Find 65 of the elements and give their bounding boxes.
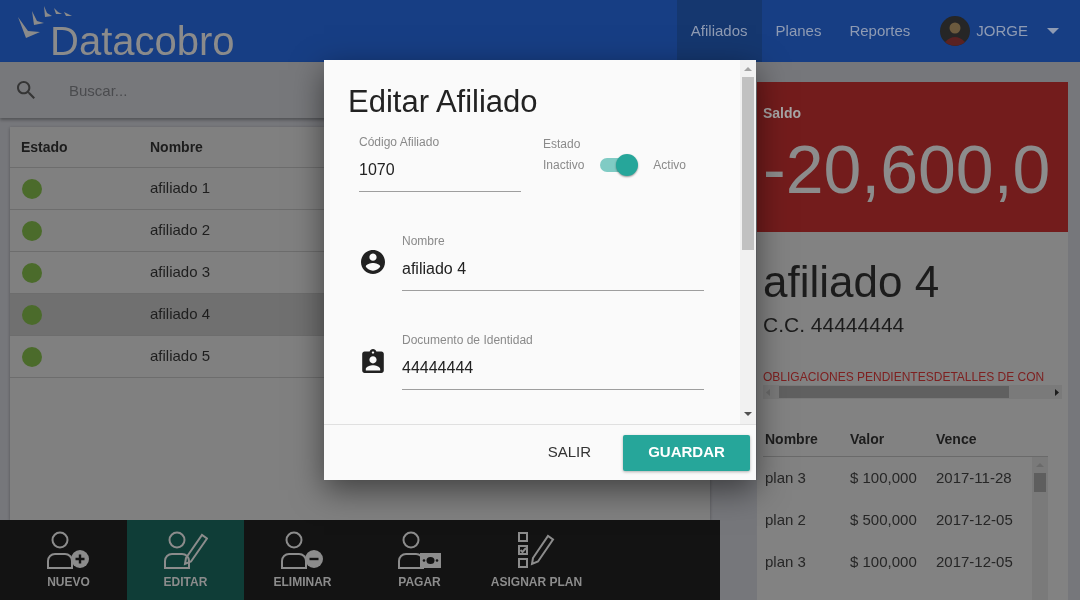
table-scrollbar[interactable]: [1032, 457, 1048, 600]
dialog-title: Editar Afiliado: [348, 83, 538, 121]
table-cell-text: afiliado 3: [150, 262, 211, 283]
scrollbar-thumb[interactable]: [1034, 473, 1046, 492]
affiliate-name: afiliado 4: [763, 258, 940, 306]
table-cell-text: afiliado 1: [150, 178, 211, 199]
table-cell: plan 2: [765, 511, 806, 528]
table-cell: $ 100,000: [850, 553, 917, 570]
user-plus-icon: [46, 531, 91, 569]
table-cell: plan 3: [765, 469, 806, 486]
save-button[interactable]: GUARDAR: [623, 434, 750, 471]
remove-user-button[interactable]: ELIMINAR: [244, 520, 361, 600]
active-label: Activo: [653, 157, 687, 173]
nav-tab[interactable]: Reportes: [835, 0, 925, 62]
table-cell: 2017-12-05: [936, 511, 1013, 528]
nav-tab[interactable]: Afiliados: [676, 0, 762, 62]
field-label: Documento de Identidad: [402, 332, 533, 348]
caret-icon[interactable]: [1047, 28, 1059, 34]
input-field[interactable]: 44444444: [402, 355, 704, 390]
scrollbar-thumb[interactable]: [742, 77, 754, 250]
table-cell: 2017-12-05: [936, 553, 1013, 570]
id-badge-icon: [362, 348, 384, 373]
table-cell-text: afiliado 2: [150, 220, 211, 241]
user-pencil-icon: [163, 531, 208, 569]
user-banknote-icon: [397, 531, 442, 569]
user-name[interactable]: JORGE: [976, 19, 1028, 43]
table-cell: 2017-11-28: [936, 469, 1012, 486]
column-header: Estado: [21, 137, 69, 157]
balance-amount: -20,600,0: [763, 133, 1051, 205]
assign-plan-button[interactable]: ASIGNAR PLAN: [478, 520, 595, 600]
column-header: Nombre: [765, 430, 818, 447]
column-header: Valor: [850, 430, 885, 447]
field-label: Código Afiliado: [359, 134, 440, 150]
nav-tab[interactable]: Planes: [761, 0, 836, 62]
edit-user-button[interactable]: EDITAR: [127, 520, 244, 600]
column-header: Nombre: [150, 137, 203, 157]
status-switch[interactable]: [598, 154, 639, 176]
inactive-label: Inactivo: [543, 157, 585, 173]
search-icon: [17, 81, 35, 99]
field-label: Nombre: [402, 233, 445, 249]
input-field[interactable]: afiliado 4: [402, 256, 704, 291]
tabs-scrollbar[interactable]: [763, 385, 1062, 399]
user-minus-icon: [280, 531, 325, 569]
table-cell: $ 500,000: [850, 511, 917, 528]
table-cell-text: afiliado 4: [150, 304, 211, 325]
table-cell-text: afiliado 5: [150, 346, 211, 367]
balance-label: Saldo: [763, 105, 802, 121]
affiliate-document: C.C. 44444444: [763, 312, 905, 338]
input-field[interactable]: 1070: [359, 157, 521, 192]
detail-tab[interactable]: OBLIGACIONES PENDIENTES: [763, 369, 934, 385]
right-arrow-icon[interactable]: [1055, 388, 1059, 396]
datacobro-logo[interactable]: Datacobro: [50, 21, 235, 61]
table-cell: plan 3: [765, 553, 806, 570]
dialog-scrollbar[interactable]: [740, 60, 756, 424]
exit-button[interactable]: SALIR: [531, 434, 607, 471]
column-header: Vence: [936, 430, 977, 447]
table-cell: $ 100,000: [850, 469, 917, 486]
up-arrow-icon[interactable]: [744, 67, 752, 71]
pay-button[interactable]: PAGAR: [361, 520, 478, 600]
down-arrow-icon[interactable]: [744, 412, 752, 416]
add-user-button[interactable]: NUEVO: [10, 520, 127, 600]
status-label: Estado: [543, 136, 581, 152]
scrollbar-thumb[interactable]: [779, 386, 1009, 398]
avatar-icon[interactable]: [940, 16, 971, 46]
detail-tab[interactable]: DETALLES DE CON: [933, 369, 1045, 385]
